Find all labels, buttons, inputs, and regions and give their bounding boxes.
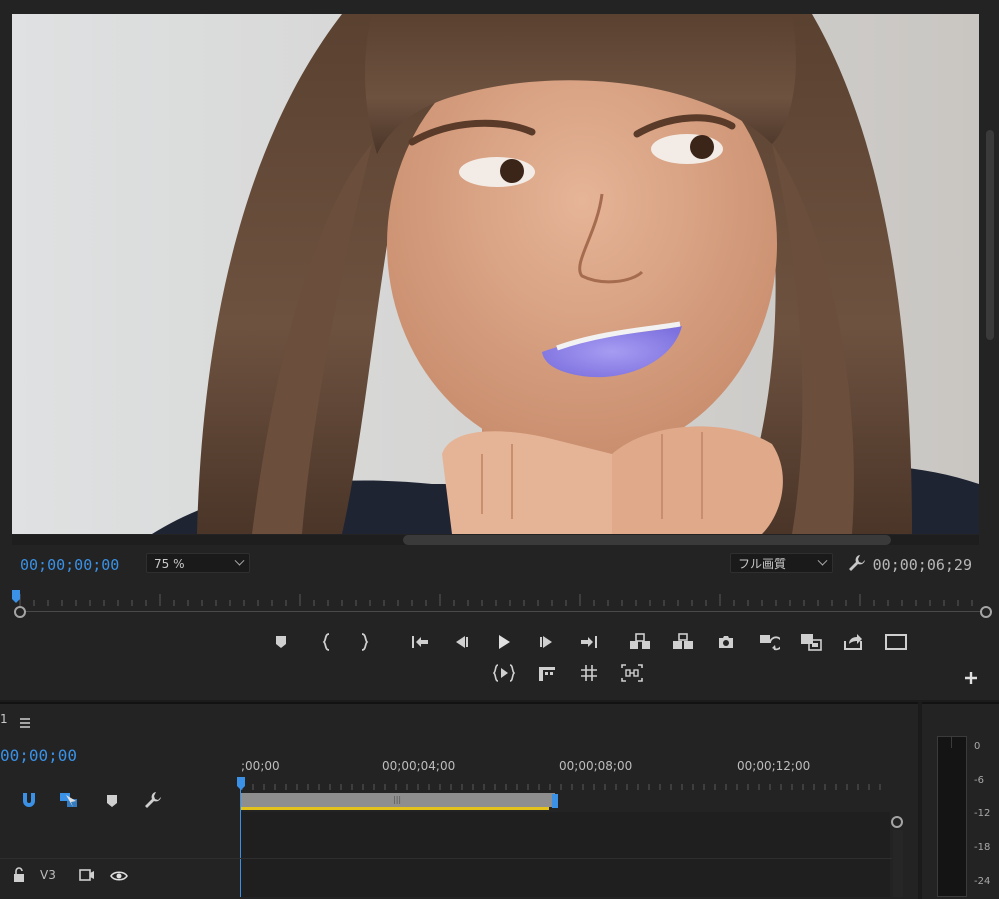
lift-button[interactable]: [627, 629, 653, 655]
step-forward-icon: [540, 636, 552, 648]
mark-out-icon: [361, 633, 369, 651]
wrench-icon: [145, 792, 161, 808]
timeline-settings-button[interactable]: [140, 787, 166, 813]
settings-wrench-icon[interactable]: [847, 553, 867, 573]
marker-icon: [107, 795, 117, 807]
comparison-view-icon: [621, 664, 643, 682]
grid-icon: [581, 665, 597, 681]
lock-track-button[interactable]: [12, 867, 26, 887]
track-divider: [0, 858, 892, 859]
work-area-grip[interactable]: |||: [393, 795, 401, 804]
linked-selection-toggle[interactable]: [56, 787, 82, 813]
playback-resolution-value: フル画質: [738, 557, 787, 571]
go-to-out-icon: [581, 636, 597, 648]
loop-button[interactable]: [534, 660, 560, 686]
ruler-label: 00;00;04;00: [382, 759, 456, 773]
go-to-out-button[interactable]: [576, 629, 602, 655]
comparison-view-button[interactable]: [619, 660, 645, 686]
magnet-icon: [23, 793, 35, 807]
duration-timecode: 00;00;06;29: [872, 556, 972, 574]
mark-in-button[interactable]: [314, 629, 340, 655]
step-forward-button[interactable]: [534, 629, 560, 655]
meter-scale-label: -6: [974, 775, 984, 786]
render-status-bar: [241, 807, 549, 810]
lift-icon: [630, 633, 650, 649]
zoom-handle-right[interactable]: [980, 606, 992, 618]
safe-margins-icon: [885, 634, 907, 650]
play-in-to-out-button[interactable]: [491, 660, 517, 686]
safe-margins-button[interactable]: [883, 629, 909, 655]
timeline-playhead-timecode[interactable]: 00;00;00: [0, 746, 77, 765]
sequence-tab-label[interactable]: 1: [0, 712, 8, 726]
timeline-playhead[interactable]: [236, 776, 246, 790]
track-name-v3: V3: [40, 868, 56, 882]
loop-icon: [539, 667, 555, 681]
add-marker-timeline-button[interactable]: [99, 787, 125, 813]
play-in-to-out-icon: [493, 664, 515, 682]
viewer-vertical-scroll-thumb[interactable]: [986, 130, 994, 340]
overwrite-button[interactable]: [798, 629, 824, 655]
meter-scale-label: 0: [974, 741, 981, 752]
insert-button[interactable]: [756, 629, 782, 655]
monitor-playhead[interactable]: [11, 589, 21, 603]
playback-resolution-select[interactable]: フル画質: [730, 553, 833, 573]
chevron-down-icon: [234, 555, 245, 566]
add-marker-icon: [276, 636, 286, 648]
insert-icon: [760, 635, 780, 651]
timeline-vertical-scrollbar[interactable]: [893, 830, 903, 897]
play-icon: [499, 635, 510, 649]
zoom-level-select[interactable]: 75 %: [146, 553, 250, 573]
step-back-button[interactable]: [448, 629, 474, 655]
ruler-label: ;00;00: [241, 759, 280, 773]
snap-toggle[interactable]: [16, 787, 42, 813]
grid-button[interactable]: [576, 660, 602, 686]
timeline-time-ruler[interactable]: [240, 778, 892, 792]
zoom-handle-left[interactable]: [14, 606, 26, 618]
ruler-label: 00;00;08;00: [559, 759, 633, 773]
button-editor-add-button[interactable]: [958, 665, 984, 691]
monitor-zoom-bar[interactable]: [20, 611, 986, 612]
panel-menu-icon[interactable]: [18, 714, 32, 728]
share-icon: [844, 634, 862, 650]
toggle-track-output-button[interactable]: [110, 868, 128, 887]
film-camera-icon: [79, 869, 94, 881]
mark-out-button[interactable]: [351, 629, 377, 655]
export-button[interactable]: [840, 629, 866, 655]
track-content-area[interactable]: [240, 812, 890, 897]
mark-in-icon: [322, 633, 330, 651]
plus-icon: [965, 672, 977, 684]
extract-button[interactable]: [670, 629, 696, 655]
zoom-level-value: 75 %: [154, 557, 185, 571]
viewer-horizontal-scroll-thumb[interactable]: [403, 535, 891, 545]
lock-icon: [14, 867, 24, 882]
camera-icon: [719, 636, 733, 648]
playhead-timecode[interactable]: 00;00;00;00: [20, 556, 119, 574]
meter-scale-label: -24: [974, 876, 991, 887]
toggle-sync-lock-button[interactable]: [78, 867, 96, 887]
meter-scale-label: -12: [974, 808, 991, 819]
chevron-down-icon: [817, 555, 828, 566]
extract-icon: [673, 633, 693, 649]
add-marker-button[interactable]: [268, 629, 294, 655]
meter-scale-label: -18: [974, 842, 991, 853]
video-frame[interactable]: [12, 14, 979, 534]
eye-icon: [110, 871, 128, 881]
step-back-icon: [456, 636, 468, 648]
go-to-in-button[interactable]: [407, 629, 433, 655]
video-frame-image: [12, 14, 979, 534]
monitor-time-ruler[interactable]: [10, 588, 992, 618]
timeline-vertical-zoom-handle[interactable]: [891, 816, 903, 828]
linked-selection-icon: [60, 793, 77, 807]
meter-channel-divider: [951, 736, 952, 748]
ruler-label: 00;00;12;00: [737, 759, 811, 773]
overwrite-icon: [801, 634, 822, 651]
audio-level-meter: [937, 736, 967, 897]
work-area-end-handle[interactable]: [552, 794, 558, 808]
export-frame-button[interactable]: [713, 629, 739, 655]
go-to-in-icon: [412, 636, 428, 648]
timeline-playhead-line[interactable]: [240, 778, 241, 897]
play-button[interactable]: [491, 629, 517, 655]
